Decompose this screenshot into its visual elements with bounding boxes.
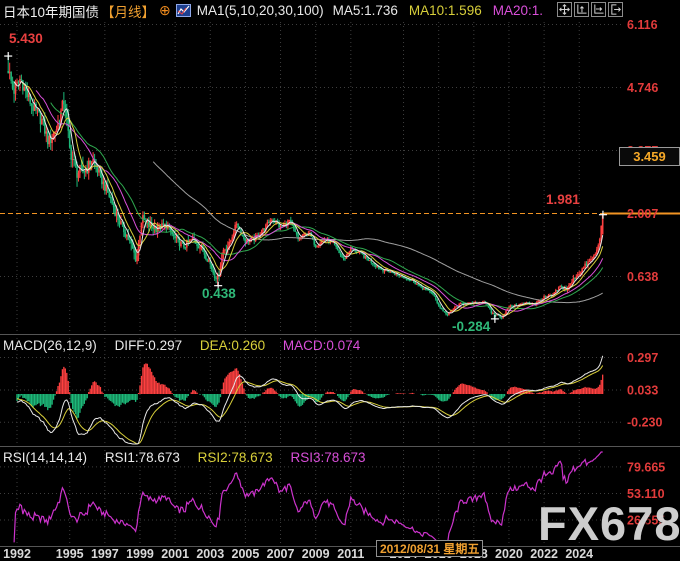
expand-icon[interactable]: ⊕: [159, 2, 171, 19]
annotation-initial-high: 5.430: [9, 31, 43, 46]
macd-pane-header: MACD(26,12,9) DIFF:0.297 DEA:0.260 MACD:…: [3, 338, 360, 353]
chart-canvas[interactable]: 6.1164.7463.3772.0070.6380.2970.033-0.23…: [0, 0, 680, 561]
toolbar: [557, 2, 623, 17]
timeframe-label[interactable]: 【月线】: [101, 1, 155, 20]
instrument-title: 日本10年期国债: [3, 4, 100, 20]
ma-settings-label[interactable]: MA1(5,10,20,30,100): [197, 3, 324, 18]
ma20-value: MA20:1.: [492, 3, 543, 18]
zoom-horizontal-axis-button[interactable]: [591, 2, 606, 17]
chart-window: 6.1164.7463.3772.0070.6380.2970.033-0.23…: [0, 0, 680, 561]
rsi-indicator-name[interactable]: RSI(14,14,14): [3, 450, 87, 465]
svg-text:0.638: 0.638: [627, 270, 658, 284]
svg-text:2.007: 2.007: [627, 207, 658, 221]
axis-cursor-date-box: 2012/08/31 星期五: [376, 540, 484, 557]
svg-text:4.746: 4.746: [627, 81, 658, 95]
mini-chart-icon: [175, 4, 191, 17]
svg-text:0.297: 0.297: [627, 351, 658, 365]
pan-icon: [559, 4, 570, 15]
svg-text:1992: 1992: [3, 547, 31, 561]
pan-tool-button[interactable]: [557, 2, 572, 17]
exit-button[interactable]: [608, 2, 623, 17]
svg-text:1995: 1995: [56, 547, 84, 561]
exit-icon: [611, 4, 621, 15]
svg-text:1997: 1997: [91, 547, 119, 561]
svg-text:2001: 2001: [161, 547, 189, 561]
svg-text:1999: 1999: [126, 547, 154, 561]
svg-text:79.665: 79.665: [627, 460, 665, 474]
rsi-pane-header: RSI(14,14,14) RSI1:78.673 RSI2:78.673 RS…: [3, 450, 366, 465]
zoom-vertical-axis-button[interactable]: [574, 2, 589, 17]
macd-diff-value: DIFF:0.297: [114, 338, 183, 353]
svg-text:0.033: 0.033: [627, 383, 658, 397]
rsi3-value: RSI3:78.673: [290, 450, 366, 465]
annotation-latest-high: 1.981: [546, 192, 580, 207]
svg-text:2005: 2005: [232, 547, 260, 561]
svg-text:2007: 2007: [267, 547, 295, 561]
macd-indicator-name[interactable]: MACD(26,12,9): [3, 338, 97, 353]
svg-text:6.116: 6.116: [627, 18, 658, 32]
ma10-value: MA10:1.596: [408, 3, 482, 18]
svg-text:-0.230: -0.230: [627, 416, 662, 430]
svg-text:2003: 2003: [196, 547, 224, 561]
ma5-value: MA5:1.736: [332, 3, 398, 18]
svg-text:2020: 2020: [495, 547, 523, 561]
axis-zoom-vertical-icon: [577, 4, 587, 14]
rsi2-value: RSI2:78.673: [197, 450, 273, 465]
rsi1-value: RSI1:78.673: [104, 450, 180, 465]
annotation-negative-low: -0.284: [452, 319, 491, 334]
watermark: FX678: [538, 497, 680, 550]
svg-text:2009: 2009: [302, 547, 330, 561]
axis-zoom-horizontal-icon: [594, 4, 604, 14]
macd-dea-value: DEA:0.260: [199, 338, 266, 353]
axis-cursor-price-box: 3.459: [619, 147, 680, 166]
svg-text:2011: 2011: [337, 547, 364, 561]
chart-header: 日本10年期国债 【月线】 ⊕ MA1(5,10,20,30,100) MA5:…: [3, 1, 555, 20]
annotation-low-2003: 0.438: [202, 286, 236, 301]
macd-hist-value: MACD:0.074: [282, 338, 361, 353]
